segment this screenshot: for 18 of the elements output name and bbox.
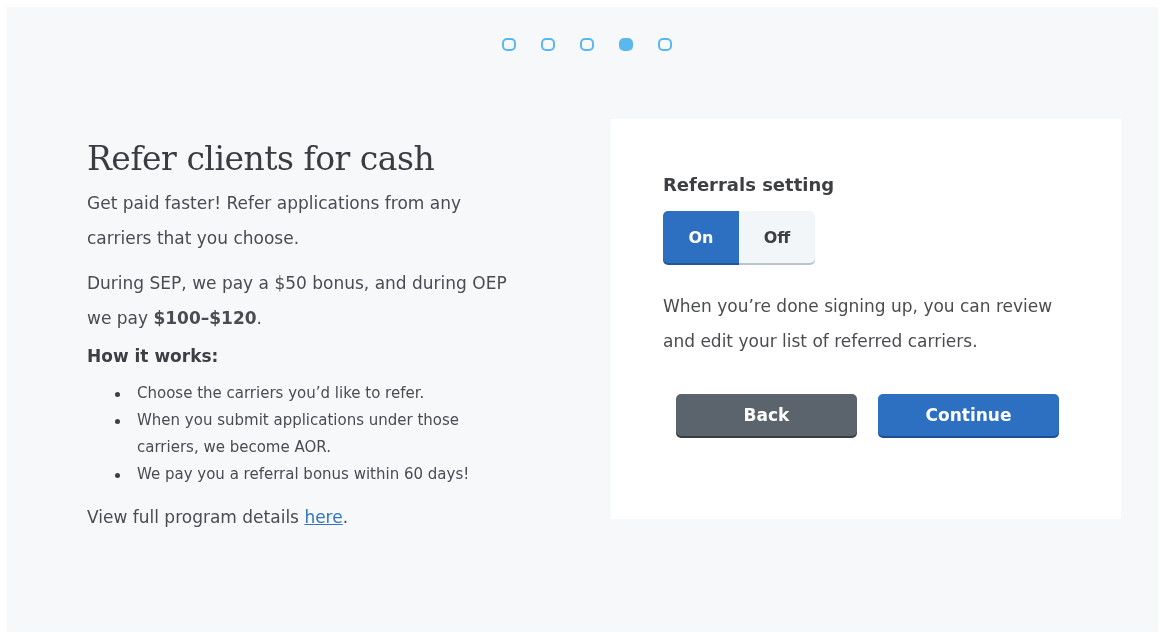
paragraph: Get paid faster! Refer applications from any carriers that you choose. (87, 192, 463, 250)
list-item: When you submit applications under those carriers, we become AOR. (137, 410, 461, 458)
continue-button[interactable]: Continue (878, 394, 1059, 436)
paragraph: During SEP, we pay a $50 bonus, and during OEP we pay $100–$120. (87, 272, 508, 330)
section-heading: How it works: (87, 346, 220, 366)
toggle-option[interactable]: Off (739, 211, 815, 263)
bullet-icon (115, 392, 120, 397)
details-link[interactable]: here (304, 507, 343, 527)
setting-label: Referrals setting (663, 174, 836, 195)
list-item: We pay you a referral bonus within 60 days! (137, 464, 471, 485)
note-text: When you’re done signing up, you can review and edit your list of referred carriers. (663, 295, 1054, 353)
page-title: Refer clients for cash (87, 139, 436, 178)
back-button[interactable]: Back (676, 394, 857, 436)
details-sentence: View full program details here. (87, 506, 350, 529)
bullet-icon (115, 419, 120, 424)
list-item: Choose the carriers you’d like to refer. (137, 383, 426, 404)
toggle-option[interactable]: On (663, 211, 739, 263)
bullet-icon (115, 473, 120, 478)
